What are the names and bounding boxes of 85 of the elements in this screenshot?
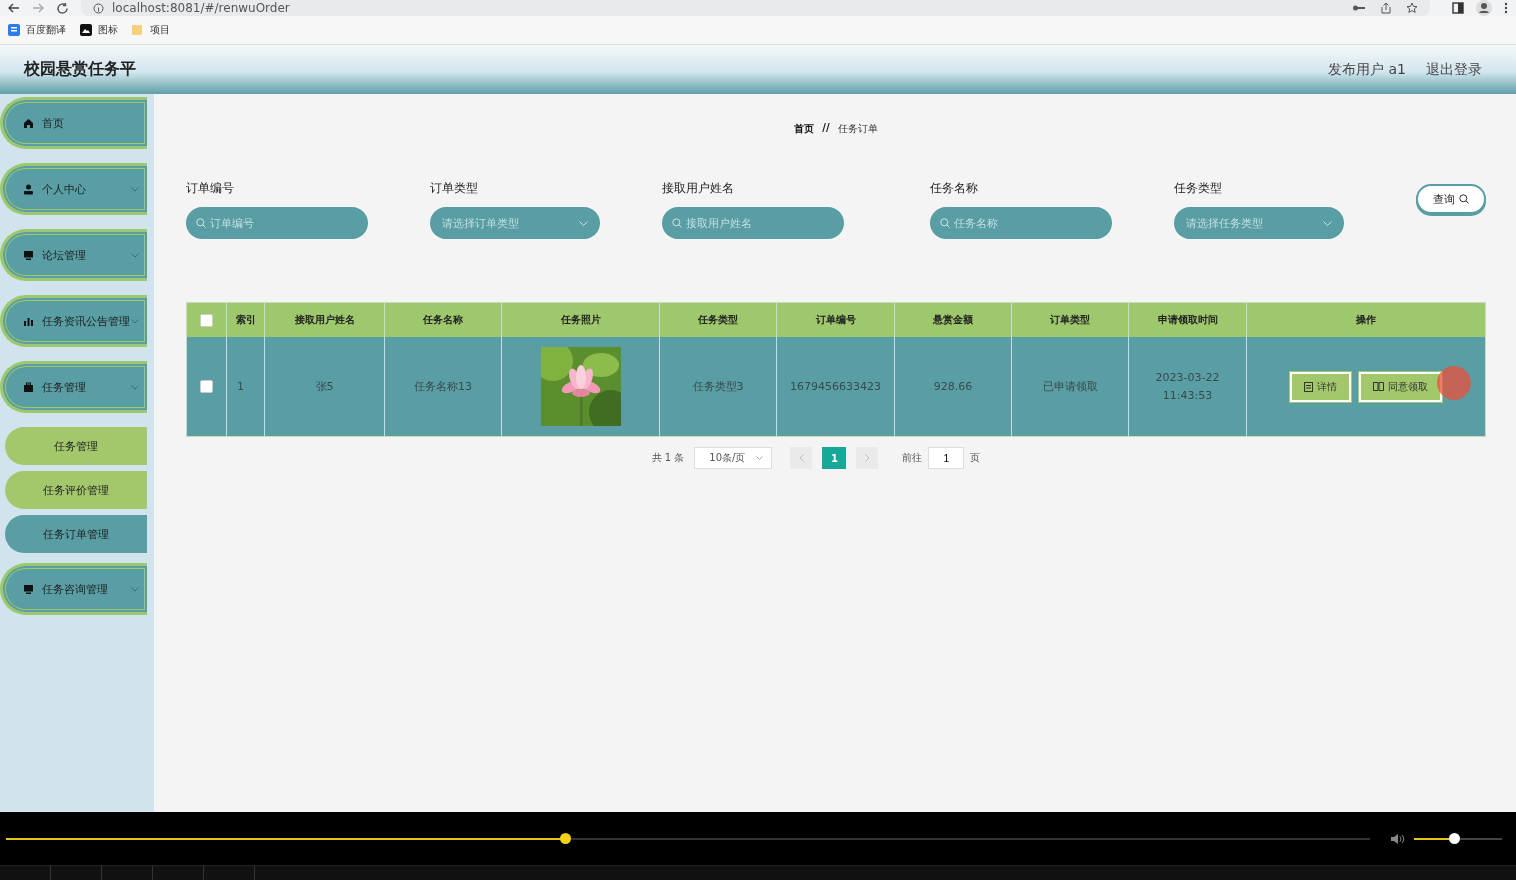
submenu-item[interactable]: 任务订单管理 (5, 515, 147, 553)
search-icon (672, 218, 682, 228)
chevron-icon (131, 318, 139, 324)
menu-icon (23, 117, 34, 129)
menu-icon (23, 183, 34, 195)
star-icon[interactable] (1406, 2, 1418, 14)
table-cell: 1679456633423 (777, 337, 895, 436)
search-icon (940, 218, 950, 228)
menu-icon (23, 315, 34, 327)
image-icon (80, 24, 92, 36)
menu-item[interactable]: 首页 (0, 97, 147, 149)
field-label: 任务类型 (1174, 180, 1223, 197)
goto-label: 前往 (902, 451, 923, 465)
total-count: 共 1 条 (651, 451, 685, 465)
menu-item[interactable]: 任务咨询管理 (0, 563, 147, 615)
progress-thumb[interactable] (560, 832, 572, 844)
table-cell: 已申请领取 (1012, 337, 1129, 436)
page-input[interactable]: 1 (928, 447, 965, 469)
page-size-select[interactable]: 10条/页 (694, 447, 773, 469)
chevron-icon (1323, 221, 1332, 226)
chevron-icon (756, 456, 764, 460)
bookmark[interactable]: 百度翻译 (8, 23, 66, 37)
field-label: 接取用户姓名 (662, 180, 735, 197)
search-icon (1459, 194, 1469, 204)
column-header: 操作 (1355, 313, 1377, 327)
search-icon (196, 218, 206, 228)
field-label: 订单类型 (430, 180, 479, 197)
menu-item[interactable]: 任务资讯公告管理 (0, 295, 147, 347)
address-bar[interactable]: localhost:8081/#/renwuOrder (81, 0, 1430, 16)
user-label: 发布用户 a1 (1328, 60, 1406, 79)
chevron-icon (131, 186, 139, 192)
chevron-icon (131, 384, 139, 390)
breadcrumb-separator: // (822, 122, 830, 135)
table-cell-text: 2023-03-22 11:43:53 (1154, 369, 1221, 404)
folder-icon (132, 24, 144, 36)
chevron-icon (579, 221, 588, 226)
submenu-item[interactable]: 任务评价管理 (5, 471, 147, 509)
table-cell: 1 (227, 337, 265, 436)
table-cell: 928.66 (895, 337, 1012, 436)
table-cell: 任务名称13 (385, 337, 502, 436)
menu-icon (23, 583, 34, 595)
document-icon (1304, 381, 1313, 392)
click-highlight (1437, 366, 1471, 400)
back-icon[interactable] (8, 3, 20, 13)
page-suffix: 页 (970, 451, 981, 465)
search-field[interactable]: 任务名称 (930, 207, 1112, 239)
key-icon[interactable] (1352, 3, 1366, 13)
site-title: 校园悬赏任务平 (24, 59, 136, 80)
volume-icon[interactable] (1390, 832, 1406, 845)
field-label: 订单编号 (186, 180, 235, 197)
breadcrumb-home[interactable]: 首页 (794, 122, 815, 136)
action-button[interactable]: 同意领取 (1359, 371, 1442, 402)
side-panel-icon[interactable] (1452, 2, 1464, 14)
menu-icon (23, 381, 34, 393)
table-cell: 张5 (265, 337, 385, 436)
menu-item[interactable]: 论坛管理 (0, 229, 147, 281)
bookmark[interactable]: 图标 (80, 23, 118, 37)
search-field[interactable]: 接取用户姓名 (662, 207, 844, 239)
bookmark[interactable]: 项目 (132, 23, 170, 37)
chevron-icon (131, 586, 139, 592)
share-icon[interactable] (1380, 2, 1392, 14)
translate-icon (8, 24, 20, 36)
field-label: 任务名称 (930, 180, 979, 197)
volume-thumb[interactable] (1448, 832, 1460, 844)
logout-link[interactable]: 退出登录 (1426, 60, 1482, 79)
submenu-item[interactable]: 任务管理 (5, 427, 147, 465)
book-icon (1373, 382, 1384, 391)
more-menu-icon[interactable] (1504, 2, 1508, 14)
reload-icon[interactable] (56, 1, 69, 15)
search-button[interactable]: 查询 (1416, 184, 1486, 214)
row-checkbox[interactable] (200, 380, 213, 393)
profile-icon[interactable] (1476, 0, 1492, 16)
menu-item[interactable]: 个人中心 (0, 163, 147, 215)
menu-icon (23, 249, 34, 261)
search-field[interactable]: 订单编号 (186, 207, 368, 239)
table-cell: 任务类型3 (660, 337, 777, 436)
chevron-icon (131, 252, 139, 258)
info-icon (93, 2, 104, 14)
menu-item[interactable]: 任务管理 (0, 361, 147, 413)
select-field[interactable]: 请选择订单类型 (430, 207, 600, 239)
breadcrumb-current: 任务订单 (837, 122, 878, 136)
action-button[interactable]: 详情 (1290, 371, 1351, 402)
url-text: localhost:8081/#/renwuOrder (112, 1, 290, 15)
select-all-checkbox[interactable] (200, 313, 213, 327)
select-field[interactable]: 请选择任务类型 (1174, 207, 1344, 239)
